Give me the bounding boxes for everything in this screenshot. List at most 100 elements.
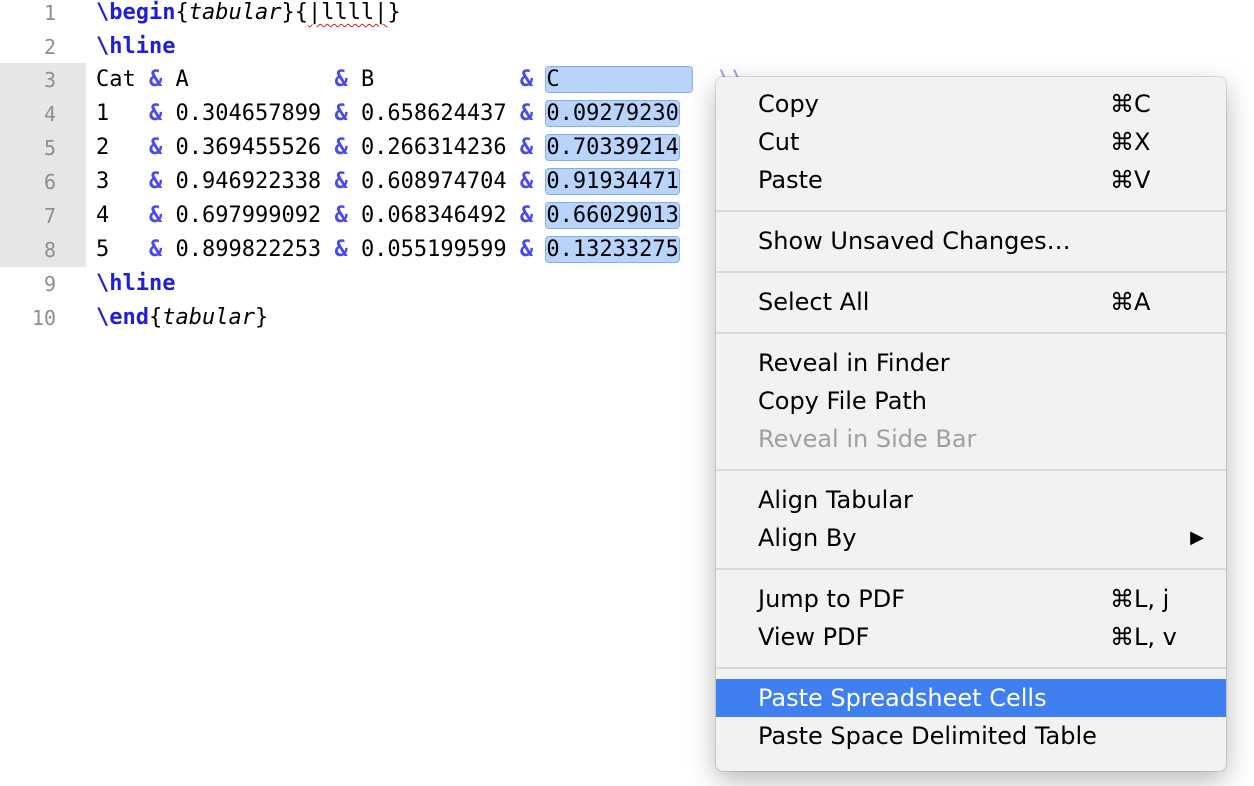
menu-item-align-tabular[interactable]: Align Tabular [716, 481, 1226, 519]
ampersand: & [519, 169, 534, 194]
line-number: 8 [0, 233, 86, 267]
selected-cell[interactable]: 0.13233275 [545, 236, 680, 263]
line-content[interactable]: 1 & 0.304657899 & 0.658624437 & 0.092792… [96, 97, 680, 131]
ampersand: & [148, 237, 163, 262]
cell-text: 0.055199599 [360, 237, 507, 262]
menu-separator [716, 667, 1226, 669]
line-content[interactable]: 3 & 0.946922338 & 0.608974704 & 0.919344… [96, 165, 680, 199]
line-content[interactable]: \hline [96, 30, 175, 64]
line-content[interactable]: 5 & 0.899822253 & 0.055199599 & 0.132332… [96, 233, 680, 267]
selected-cell[interactable]: 0.91934471 [545, 168, 680, 195]
menu-separator [716, 210, 1226, 212]
cell-text: 0.369455526 [175, 135, 322, 160]
line-content[interactable]: 2 & 0.369455526 & 0.266314236 & 0.703392… [96, 131, 680, 165]
code-line-1: 1 \begin{tabular}{|llll|} [0, 0, 1254, 30]
submenu-arrow-icon: ▶ [1190, 527, 1204, 548]
ampersand: & [148, 67, 163, 92]
environment-name: tabular [188, 0, 282, 25]
line-number: 3 [0, 63, 86, 97]
cell-text: Cat [96, 67, 149, 92]
cell-text: 4 [96, 203, 149, 228]
environment-name: tabular [162, 305, 255, 330]
line-content[interactable]: \begin{tabular}{|llll|} [96, 0, 401, 30]
menu-shortcut: ⌘L, v [1110, 623, 1177, 651]
ampersand: & [334, 169, 348, 194]
menu-item-align-by[interactable]: Align By ▶ [716, 519, 1226, 557]
selected-cell[interactable]: 0.09279230 [545, 100, 680, 127]
menu-shortcut: ⌘V [1110, 166, 1151, 194]
line-number: 9 [43, 272, 56, 296]
line-number: 5 [0, 131, 86, 165]
code-line-2: 2 \hline [0, 30, 1254, 64]
selected-cell[interactable]: 0.66029013 [545, 202, 680, 229]
selected-cell[interactable]: 0.70339214 [545, 134, 680, 161]
brace: { [148, 305, 163, 330]
ampersand: & [334, 203, 348, 228]
menu-item-label: Select All [758, 288, 870, 316]
menu-item-paste-spreadsheet-cells[interactable]: Paste Spreadsheet Cells [716, 679, 1226, 717]
menu-item-copy-file-path[interactable]: Copy File Path [716, 382, 1226, 420]
line-content[interactable]: 4 & 0.697999092 & 0.068346492 & 0.660290… [96, 199, 680, 233]
line-number: 7 [0, 199, 86, 233]
line-content[interactable]: Cat & A & B & C \\ [96, 63, 745, 97]
menu-item-cut[interactable]: Cut ⌘X [716, 123, 1226, 161]
menu-item-paste-space-delimited-table[interactable]: Paste Space Delimited Table [716, 717, 1226, 755]
cell-text: 0.068346492 [360, 203, 507, 228]
brace: } [254, 305, 269, 330]
brace: { [175, 0, 189, 25]
menu-item-label: Paste [758, 166, 823, 194]
ampersand: & [334, 67, 348, 92]
line-content[interactable]: \hline [96, 267, 175, 301]
line-number: 1 [43, 1, 56, 25]
menu-item-label: Reveal in Finder [758, 349, 950, 377]
ampersand: & [148, 169, 163, 194]
latex-command: \end [96, 305, 149, 330]
ampersand: & [334, 237, 348, 262]
line-number: 4 [0, 97, 86, 131]
context-menu: Copy ⌘C Cut ⌘X Paste ⌘V Show Unsaved Change… [716, 77, 1226, 771]
latex-command: \hline [96, 271, 176, 296]
cell-text: 1 [96, 101, 149, 126]
cell-text: 0.899822253 [175, 237, 322, 262]
line-content[interactable]: \end{tabular} [96, 301, 268, 335]
ampersand: & [148, 135, 163, 160]
menu-shortcut: ⌘X [1110, 128, 1151, 156]
cell-text: C [546, 67, 560, 92]
menu-item-label: Cut [758, 128, 800, 156]
ampersand: & [334, 135, 348, 160]
menu-item-copy[interactable]: Copy ⌘C [716, 85, 1226, 123]
menu-item-paste[interactable]: Paste ⌘V [716, 161, 1226, 199]
menu-separator [716, 568, 1226, 570]
cell-text: 2 [96, 135, 149, 160]
menu-item-label: View PDF [758, 623, 870, 651]
menu-item-label: Align Tabular [758, 486, 913, 514]
cell-text: 5 [96, 237, 149, 262]
latex-command: \begin [96, 0, 176, 25]
cell-text: 0.946922338 [175, 169, 322, 194]
menu-item-label: Show Unsaved Changes… [758, 227, 1071, 255]
selected-cell[interactable]: C [545, 66, 694, 93]
cell-text: A [175, 67, 335, 92]
cell-text: 0.697999092 [175, 203, 322, 228]
ampersand: & [334, 101, 348, 126]
cell-text: 0.658624437 [360, 101, 507, 126]
brace: } [387, 0, 401, 25]
line-number: 6 [0, 165, 86, 199]
menu-item-label: Jump to PDF [758, 585, 906, 613]
ampersand: & [519, 67, 534, 92]
menu-item-show-unsaved-changes[interactable]: Show Unsaved Changes… [716, 222, 1226, 260]
cell-text: B [360, 67, 520, 92]
menu-item-jump-to-pdf[interactable]: Jump to PDF ⌘L, j [716, 580, 1226, 618]
menu-item-label: Reveal in Side Bar [758, 425, 977, 453]
ampersand: & [148, 203, 163, 228]
menu-item-reveal-in-finder[interactable]: Reveal in Finder [716, 344, 1226, 382]
menu-item-select-all[interactable]: Select All ⌘A [716, 283, 1226, 321]
column-spec: |llll| [307, 0, 388, 25]
cell-text: 0.266314236 [360, 135, 507, 160]
menu-item-reveal-in-side-bar: Reveal in Side Bar [716, 420, 1226, 458]
menu-separator [716, 332, 1226, 334]
menu-item-label: Copy [758, 90, 819, 118]
menu-item-view-pdf[interactable]: View PDF ⌘L, v [716, 618, 1226, 656]
menu-separator [716, 469, 1226, 471]
brace: }{ [281, 0, 308, 25]
